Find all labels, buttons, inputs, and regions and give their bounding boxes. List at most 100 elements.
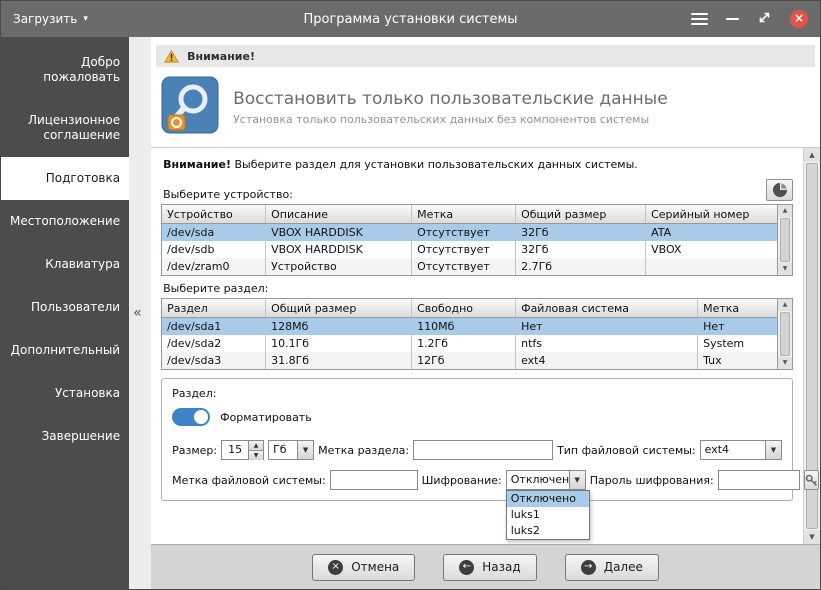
show-password-button[interactable]: [803, 470, 819, 490]
sidebar-item-additional[interactable]: Дополнительный: [1, 329, 129, 372]
partition-table-scrollbar[interactable]: ▲ ▼: [777, 299, 792, 369]
device-row-sda[interactable]: /dev/sda VBOX HARDDISK Отсутствует 32Гб …: [162, 224, 777, 241]
cancel-icon: ×: [328, 559, 344, 575]
cell-filesystem: ext4: [516, 352, 699, 369]
back-button[interactable]: ← Назад: [443, 553, 537, 581]
next-button[interactable]: → Далее: [564, 553, 659, 581]
dropdown-option-disabled[interactable]: Отключено: [506, 491, 589, 507]
stepper-down-icon[interactable]: ▼: [249, 450, 264, 460]
encryption-dropdown-list: Отключено luks1 luks2: [505, 490, 590, 540]
partition-row-sda1[interactable]: /dev/sda1 128Мб 110Мб Нет Нет: [162, 318, 777, 335]
page-subtitle: Установка только пользовательских данных…: [233, 112, 650, 126]
device-table-scrollbar[interactable]: ▲ ▼: [777, 205, 792, 275]
sidebar-item-preparation[interactable]: Подготовка: [1, 157, 130, 200]
size-unit-select[interactable]: Гб ▼: [268, 440, 315, 460]
fs-type-select[interactable]: ext4 ▼: [699, 440, 782, 460]
column-header[interactable]: Свободно: [412, 299, 517, 317]
column-header[interactable]: Общий размер: [266, 299, 413, 317]
partition-notice: Внимание! Выберите раздел для установки …: [163, 158, 793, 171]
back-arrow-icon: ←: [459, 559, 475, 575]
column-header[interactable]: Метка: [698, 299, 777, 317]
cell-size: 32Гб: [516, 241, 647, 258]
cell-size: 10.1Гб: [266, 335, 413, 352]
column-header[interactable]: Файловая система: [516, 299, 699, 317]
sidebar-item-location[interactable]: Местоположение: [1, 200, 129, 243]
device-table: Устройство Описание Метка Общий размер С…: [161, 204, 793, 276]
close-button[interactable]: ×: [790, 10, 808, 28]
column-header[interactable]: Метка: [412, 205, 517, 223]
cell-partition: /dev/sda3: [162, 352, 267, 369]
partition-row-sda2[interactable]: /dev/sda2 10.1Гб 1.2Гб ntfs System: [162, 335, 777, 352]
dropdown-option-luks2[interactable]: luks2: [507, 523, 589, 539]
sidebar-item-users[interactable]: Пользователи: [1, 286, 129, 329]
expand-icon: [759, 12, 770, 22]
cell-filesystem: Нет: [516, 318, 699, 335]
fs-label-input[interactable]: [329, 470, 418, 490]
cell-serial: VBOX: [651, 243, 682, 256]
scrollbar-thumb[interactable]: [780, 312, 790, 356]
sidebar-item-keyboard[interactable]: Клавиатура: [1, 243, 129, 286]
scroll-up-icon[interactable]: ▲: [804, 148, 820, 162]
partition-label-label: Метка раздела:: [318, 443, 410, 457]
fs-type-value: ext4: [704, 443, 730, 456]
cell-label: Tux: [703, 354, 722, 367]
device-row-sdb[interactable]: /dev/sdb VBOX HARDDISK Отсутствует 32Гб …: [162, 241, 777, 258]
cell-device: /dev/sdb: [162, 241, 267, 258]
sidebar-gutter: «: [129, 37, 152, 589]
sidebar-item-welcome[interactable]: Добро пожаловать: [1, 41, 129, 99]
cell-serial: [646, 258, 777, 275]
sidebar-item-install[interactable]: Установка: [1, 372, 129, 415]
minimize-button[interactable]: [726, 18, 739, 20]
scroll-down-icon[interactable]: ▼: [778, 263, 792, 275]
partition-label-input[interactable]: [413, 440, 554, 460]
device-row-zram0[interactable]: /dev/zram0 Устройство Отсутствует 2.7Гб: [162, 258, 777, 275]
cell-serial: ATA: [651, 226, 672, 239]
cell-size: 2.7Гб: [516, 258, 647, 275]
next-button-label: Далее: [603, 560, 643, 574]
device-section-label: Выберите устройство:: [163, 188, 293, 201]
chevron-down-icon: ▾: [83, 14, 88, 24]
pie-chart-icon: [772, 183, 787, 197]
maximize-button[interactable]: [757, 10, 772, 29]
column-header[interactable]: Описание: [266, 205, 413, 223]
hamburger-menu-icon[interactable]: [691, 10, 708, 28]
cell-device: /dev/sda: [162, 224, 267, 241]
scroll-up-icon[interactable]: ▲: [778, 299, 792, 311]
stepper-up-icon[interactable]: ▲: [249, 441, 264, 450]
next-arrow-icon: →: [580, 559, 596, 575]
encryption-select[interactable]: Отключено ▼: [505, 470, 586, 490]
fs-type-label: Тип файловой системы:: [557, 443, 696, 457]
column-header[interactable]: Раздел: [162, 299, 267, 317]
steps-sidebar: Добро пожаловать Лицензионное соглашение…: [1, 37, 130, 589]
sidebar-collapse-button[interactable]: «: [133, 305, 142, 321]
chevron-down-icon: ▼: [568, 471, 585, 489]
key-icon: [805, 474, 817, 486]
cell-size: 32Гб: [516, 224, 647, 241]
column-header[interactable]: Устройство: [162, 205, 267, 223]
groupbox-title: Раздел:: [172, 387, 217, 400]
column-header[interactable]: Общий размер: [516, 205, 647, 223]
disk-usage-button[interactable]: [766, 179, 793, 201]
notice-text: Выберите раздел для установки пользовате…: [230, 158, 638, 171]
installer-logo-icon: [161, 76, 219, 138]
password-input[interactable]: [717, 470, 800, 490]
load-menu-button[interactable]: Загрузить ▾: [13, 12, 88, 26]
format-toggle[interactable]: [172, 408, 211, 426]
warning-banner: Внимание!: [156, 45, 815, 67]
encryption-label: Шифрование:: [421, 473, 502, 487]
sidebar-item-license[interactable]: Лицензионное соглашение: [1, 99, 129, 157]
cancel-button[interactable]: × Отмена: [312, 553, 416, 581]
column-header[interactable]: Серийный номер: [646, 205, 777, 223]
partition-row-sda3[interactable]: /dev/sda3 31.8Гб 12Гб ext4 Tux: [162, 352, 777, 369]
size-stepper[interactable]: 15 ▲ ▼: [221, 440, 265, 460]
cell-size: 128Мб: [266, 318, 413, 335]
scroll-up-icon[interactable]: ▲: [778, 205, 792, 217]
scroll-down-icon[interactable]: ▼: [778, 357, 792, 369]
scroll-down-icon[interactable]: ▼: [804, 530, 820, 544]
cell-description: VBOX HARDDISK: [266, 224, 413, 241]
dropdown-option-luks1[interactable]: luks1: [507, 507, 589, 523]
size-label: Размер:: [172, 443, 218, 457]
scrollbar-thumb[interactable]: [780, 218, 790, 262]
back-button-label: Назад: [482, 560, 521, 574]
sidebar-item-finish[interactable]: Завершение: [1, 415, 129, 458]
